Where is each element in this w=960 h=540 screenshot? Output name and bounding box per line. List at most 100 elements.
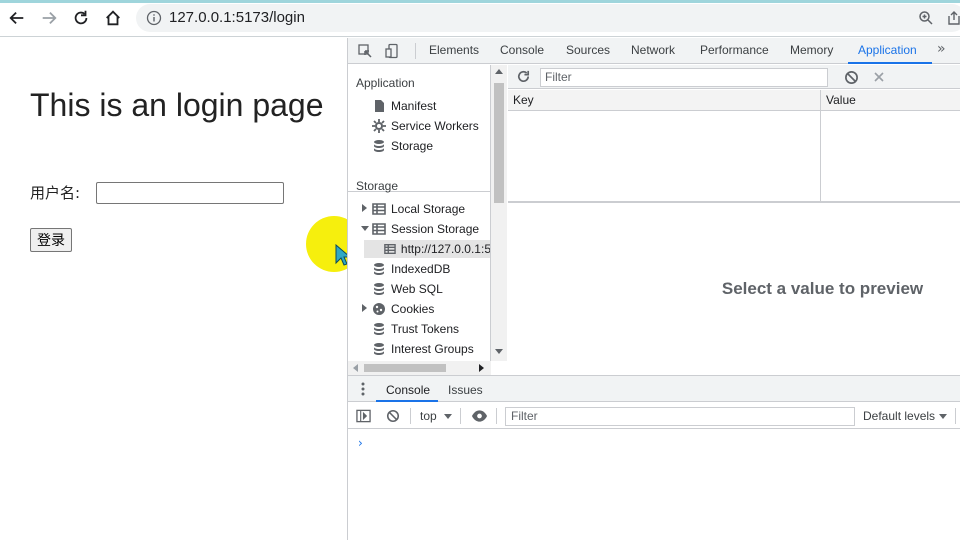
sidebar-horizontal-scrollbar[interactable] [348, 361, 491, 375]
scrollbar-thumb[interactable] [494, 83, 504, 203]
tab-separator [415, 43, 416, 59]
zoom-icon[interactable] [918, 10, 934, 26]
storage-toolbar: Filter [508, 65, 960, 89]
file-icon [375, 100, 384, 112]
tab-memory[interactable]: Memory [790, 43, 833, 57]
sidebar-item-storage[interactable]: Storage [372, 137, 433, 155]
drawer-tab-console[interactable]: Console [386, 383, 430, 397]
share-icon[interactable] [946, 10, 960, 26]
more-tabs-icon[interactable]: » [937, 41, 946, 57]
sidebar-item-label: Session Storage [391, 222, 480, 236]
sidebar-header-storage: Storage [356, 179, 399, 193]
toolbar-separator [955, 408, 956, 424]
tab-network[interactable]: Network [631, 43, 675, 57]
sidebar-item-label: Manifest [391, 99, 437, 113]
username-label: 用户名: [30, 184, 81, 202]
login-button[interactable]: 登录 [30, 228, 72, 252]
column-value[interactable]: Value [826, 93, 856, 107]
show-sidebar-icon[interactable] [356, 409, 371, 423]
device-toolbar-icon[interactable] [384, 43, 400, 59]
value-preview: Select a value to preview [508, 203, 960, 375]
sidebar-item-label: Trust Tokens [391, 322, 460, 336]
console-prompt-icon[interactable]: › [358, 436, 363, 450]
inspect-element-icon[interactable] [357, 43, 373, 59]
sidebar-header-application: Application [356, 76, 415, 90]
browser-toolbar: 127.0.0.1:5173/login [0, 0, 960, 37]
devtools-panel: Elements Console Sources Network Perform… [347, 38, 960, 540]
storage-filter-input[interactable]: Filter [540, 68, 828, 87]
sidebar-item-interest-groups[interactable]: Interest Groups [372, 340, 474, 358]
sidebar-item-indexeddb[interactable]: IndexedDB [372, 260, 450, 278]
console-filter-input[interactable]: Filter [505, 407, 855, 426]
page-heading: This is an login page [30, 87, 324, 123]
sidebar-item-label: http://127.0.0.1:5 [400, 242, 491, 256]
collapse-arrow-icon[interactable] [361, 226, 369, 231]
sidebar-item-session-origin[interactable]: http://127.0.0.1:5 [364, 240, 491, 258]
sidebar-item-label: Service Workers [391, 119, 479, 133]
tab-sources[interactable]: Sources [566, 43, 610, 57]
sidebar-item-web-sql[interactable]: Web SQL [372, 280, 443, 298]
column-key[interactable]: Key [513, 93, 534, 107]
clear-all-icon[interactable] [844, 70, 859, 85]
tab-performance[interactable]: Performance [700, 43, 769, 57]
sidebar-vertical-scrollbar[interactable] [491, 65, 507, 361]
drawer-menu-icon[interactable] [360, 381, 366, 397]
sidebar-item-local-storage[interactable]: Local Storage [372, 200, 465, 218]
sidebar-item-label: Interest Groups [391, 342, 474, 356]
forward-icon[interactable] [39, 8, 59, 28]
active-drawer-tab-indicator [376, 400, 438, 402]
column-divider[interactable] [820, 90, 821, 202]
home-icon[interactable] [103, 8, 123, 28]
tab-application[interactable]: Application [858, 43, 917, 57]
web-page: This is an login page 用户名: 登录 [0, 38, 362, 540]
live-expression-eye-icon[interactable] [471, 409, 488, 423]
database-icon [374, 343, 384, 355]
database-icon [374, 263, 384, 275]
log-levels-dropdown[interactable]: Default levels [863, 409, 935, 423]
scroll-down-icon[interactable] [495, 349, 503, 354]
console-drawer: Console Issues top Filter Default levels… [348, 375, 960, 540]
refresh-icon[interactable] [516, 69, 531, 84]
preview-placeholder: Select a value to preview [721, 279, 924, 298]
database-icon [374, 323, 384, 335]
window-accent-strip [0, 0, 960, 3]
sidebar-item-cookies[interactable]: Cookies [372, 300, 434, 318]
devtools-tabbar: Elements Console Sources Network Perform… [348, 38, 960, 64]
back-icon[interactable] [7, 8, 27, 28]
grid-icon [372, 223, 386, 235]
address-bar[interactable]: 127.0.0.1:5173/login [136, 4, 960, 32]
site-info-icon[interactable] [146, 10, 162, 26]
gear-icon [372, 119, 386, 133]
scroll-up-icon[interactable] [495, 69, 503, 74]
tab-elements[interactable]: Elements [429, 43, 479, 57]
reload-icon[interactable] [71, 8, 91, 28]
context-selector[interactable]: top [420, 409, 437, 423]
expand-arrow-icon[interactable] [362, 304, 367, 312]
sidebar-item-trust-tokens[interactable]: Trust Tokens [372, 320, 459, 338]
delete-selected-icon[interactable] [872, 70, 886, 84]
sidebar-item-label: Storage [391, 139, 434, 153]
sidebar-item-session-storage[interactable]: Session Storage [372, 220, 479, 238]
clear-console-icon[interactable] [386, 409, 400, 423]
tab-console[interactable]: Console [500, 43, 544, 57]
console-toolbar: top Filter Default levels [348, 403, 960, 429]
scroll-left-icon[interactable] [353, 364, 358, 372]
toolbar-separator [496, 408, 497, 424]
sidebar-item-label: Web SQL [391, 282, 443, 296]
username-input[interactable] [96, 182, 284, 204]
expand-arrow-icon[interactable] [362, 204, 367, 212]
scrollbar-thumb[interactable] [364, 364, 446, 372]
database-icon [374, 283, 384, 295]
sidebar-item-manifest[interactable]: Manifest [372, 97, 436, 115]
database-icon [374, 140, 384, 152]
drawer-tab-issues[interactable]: Issues [448, 383, 483, 397]
chevron-down-icon[interactable] [444, 414, 452, 419]
chevron-down-icon[interactable] [939, 414, 947, 419]
sidebar-item-label: Cookies [391, 302, 435, 316]
scroll-right-icon[interactable] [479, 364, 484, 372]
grid-icon [372, 203, 386, 215]
sidebar-item-service-workers[interactable]: Service Workers [372, 117, 479, 135]
drawer-tabbar: Console Issues [348, 376, 960, 402]
toolbar-separator [410, 408, 411, 424]
storage-table-header: Key Value [508, 90, 960, 111]
